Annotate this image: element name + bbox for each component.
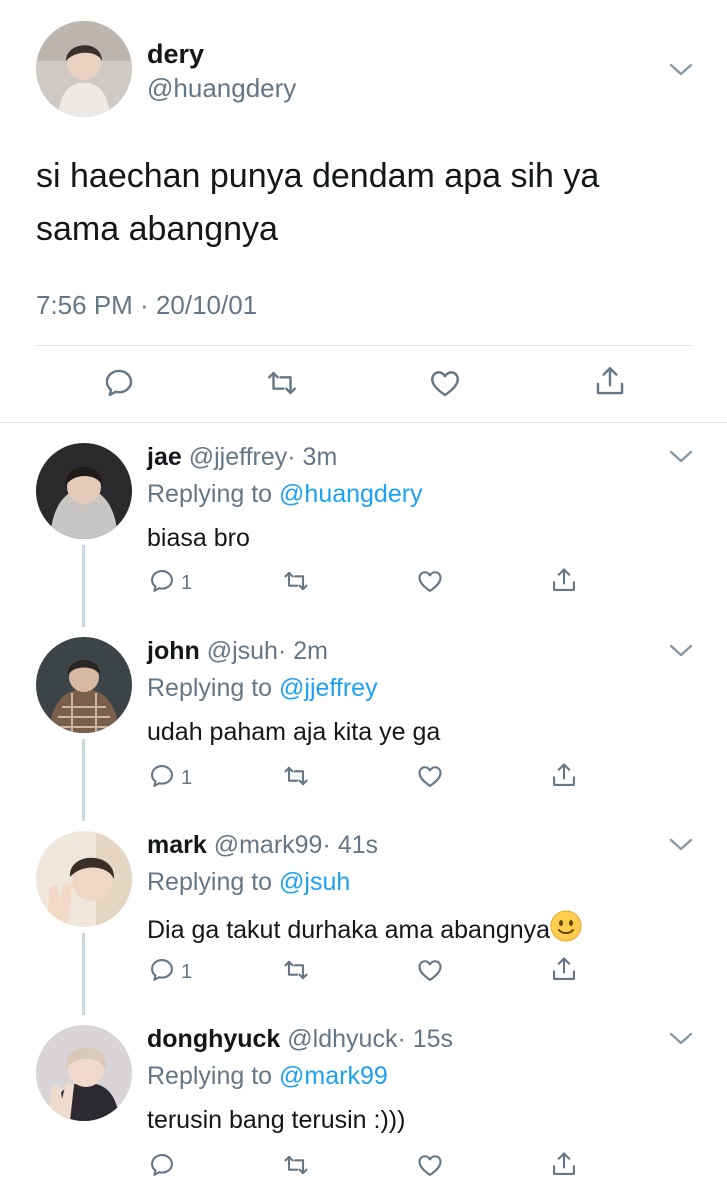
reply-time: · 15s: [397, 1025, 454, 1053]
slightly-smiling-face-icon: [550, 910, 582, 950]
author-name[interactable]: dery: [147, 37, 204, 71]
reply-count: 1: [181, 961, 193, 983]
reply-button[interactable]: [102, 366, 136, 400]
like-button[interactable]: [428, 366, 462, 400]
reply-button[interactable]: [148, 567, 176, 595]
reply-count: 1: [181, 572, 193, 594]
tweet-text: si haechan punya dendam apa sih ya sama …: [36, 157, 600, 248]
retweet-button[interactable]: [265, 366, 299, 400]
chevron-down-icon[interactable]: [668, 62, 694, 78]
chevron-down-icon[interactable]: [668, 643, 694, 659]
reply-author-handle[interactable]: @jsuh: [207, 637, 278, 665]
reply-author-name[interactable]: john: [147, 637, 200, 665]
share-button[interactable]: [593, 364, 627, 398]
reply-time: · 41s: [322, 831, 379, 859]
divider: [0, 422, 727, 423]
reply-header[interactable]: mark @mark99· 41s: [147, 829, 378, 861]
reply-header[interactable]: john @jsuh· 2m: [147, 635, 328, 667]
replying-to: Replying to @mark99: [147, 1060, 388, 1092]
reply-author-name[interactable]: donghyuck: [147, 1025, 280, 1053]
tweet-timestamp[interactable]: 7:56 PM · 20/10/01: [36, 288, 257, 322]
reply-author-name[interactable]: jae: [147, 443, 182, 471]
share-button[interactable]: [550, 955, 578, 983]
share-button[interactable]: [550, 761, 578, 789]
reply-header[interactable]: jae @jjeffrey· 3m: [147, 441, 337, 473]
reply-time: · 3m: [287, 443, 338, 471]
replying-to: Replying to @jsuh: [147, 866, 350, 898]
reply-author-handle[interactable]: @jjeffrey: [189, 443, 288, 471]
divider: [36, 345, 693, 346]
reply-text: biasa bro: [147, 524, 250, 552]
retweet-button[interactable]: [282, 567, 310, 595]
reply-text-row: Dia ga takut durhaka ama abangnya: [147, 910, 582, 950]
chevron-down-icon[interactable]: [668, 837, 694, 853]
retweet-button[interactable]: [282, 956, 310, 984]
replying-to-link[interactable]: @jjeffrey: [279, 674, 378, 702]
like-button[interactable]: [416, 567, 444, 595]
avatar[interactable]: [36, 637, 132, 733]
replying-to-label: Replying to: [147, 868, 273, 896]
reply-author-handle[interactable]: @ldhyuck: [287, 1025, 397, 1053]
replying-to-label: Replying to: [147, 1062, 273, 1090]
replying-to-link[interactable]: @huangdery: [279, 480, 423, 508]
replying-to-label: Replying to: [147, 674, 273, 702]
author-handle[interactable]: @huangdery: [147, 72, 296, 104]
reply-button[interactable]: [148, 956, 176, 984]
reply-header[interactable]: donghyuck @ldhyuck· 15s: [147, 1023, 453, 1055]
replying-to: Replying to @huangdery: [147, 478, 423, 510]
chevron-down-icon[interactable]: [668, 1031, 694, 1047]
reply-text: udah paham aja kita ye ga: [147, 718, 441, 746]
replying-to-label: Replying to: [147, 480, 273, 508]
thread-line: [82, 545, 85, 627]
replying-to-link[interactable]: @mark99: [279, 1062, 388, 1090]
replying-to: Replying to @jjeffrey: [147, 672, 378, 704]
share-button[interactable]: [550, 566, 578, 594]
avatar[interactable]: [36, 1025, 132, 1121]
reply-button[interactable]: [148, 1151, 176, 1179]
reply-author-name[interactable]: mark: [147, 831, 207, 859]
avatar[interactable]: [36, 21, 132, 117]
thread-line: [82, 933, 85, 1015]
thread-line: [82, 739, 85, 821]
reply-count: 1: [181, 767, 193, 789]
like-button[interactable]: [416, 1151, 444, 1179]
chevron-down-icon[interactable]: [668, 449, 694, 465]
reply-author-handle[interactable]: @mark99: [214, 831, 323, 859]
retweet-button[interactable]: [282, 1151, 310, 1179]
reply-time: · 2m: [277, 637, 328, 665]
avatar[interactable]: [36, 831, 132, 927]
reply-text: terusin bang terusin :))): [147, 1106, 406, 1134]
reply-button[interactable]: [148, 762, 176, 790]
retweet-button[interactable]: [282, 762, 310, 790]
reply-text: Dia ga takut durhaka ama abangnya: [147, 916, 551, 944]
share-button[interactable]: [550, 1150, 578, 1178]
avatar[interactable]: [36, 443, 132, 539]
like-button[interactable]: [416, 762, 444, 790]
like-button[interactable]: [416, 956, 444, 984]
replying-to-link[interactable]: @jsuh: [279, 868, 350, 896]
